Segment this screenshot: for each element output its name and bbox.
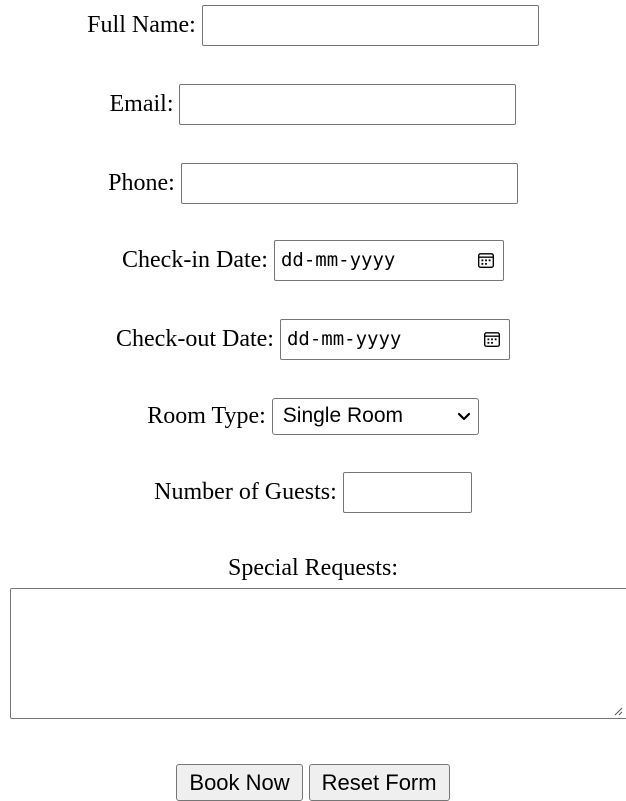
checkout-label: Check-out Date: [116,325,274,352]
full-name-row: Full Name: [0,4,626,46]
special-requests-textarea[interactable] [10,588,626,719]
room-type-label: Room Type: [147,402,266,429]
room-type-row: Room Type: Single Room [0,395,626,437]
checkin-date-input[interactable]: dd-mm-yyyy [273,239,504,281]
room-type-selected: Single Room [282,404,403,427]
checkout-row: Check-out Date: dd-mm-yyyy [0,318,626,360]
phone-row: Phone: [0,162,626,204]
guests-row: Number of Guests: [0,471,626,513]
room-type-select[interactable]: Single Room [271,397,479,435]
full-name-input[interactable] [201,4,539,46]
phone-input[interactable] [180,162,518,204]
checkin-row: Check-in Date: dd-mm-yyyy [0,239,626,281]
email-row: Email: [0,83,626,125]
checkin-date-placeholder: dd-mm-yyyy [280,249,396,271]
checkout-date-input[interactable]: dd-mm-yyyy [279,318,510,360]
phone-label: Phone: [108,169,175,196]
calendar-icon[interactable] [483,330,501,348]
special-requests-label: Special Requests: [228,554,398,581]
checkin-label: Check-in Date: [122,246,268,273]
email-input[interactable] [179,83,517,125]
full-name-label: Full Name: [87,11,196,38]
chevron-down-icon [457,412,470,421]
guests-label: Number of Guests: [154,478,337,505]
special-requests-row: Special Requests: [0,550,626,586]
checkout-date-placeholder: dd-mm-yyyy [286,328,402,350]
resize-handle-icon[interactable] [613,706,623,716]
email-label: Email: [109,90,174,117]
reset-form-button[interactable]: Reset Form [308,764,450,801]
calendar-icon[interactable] [477,251,495,269]
buttons-row: Book Now Reset Form [0,764,626,801]
guests-input[interactable] [342,471,472,513]
book-now-button[interactable]: Book Now [176,764,303,801]
